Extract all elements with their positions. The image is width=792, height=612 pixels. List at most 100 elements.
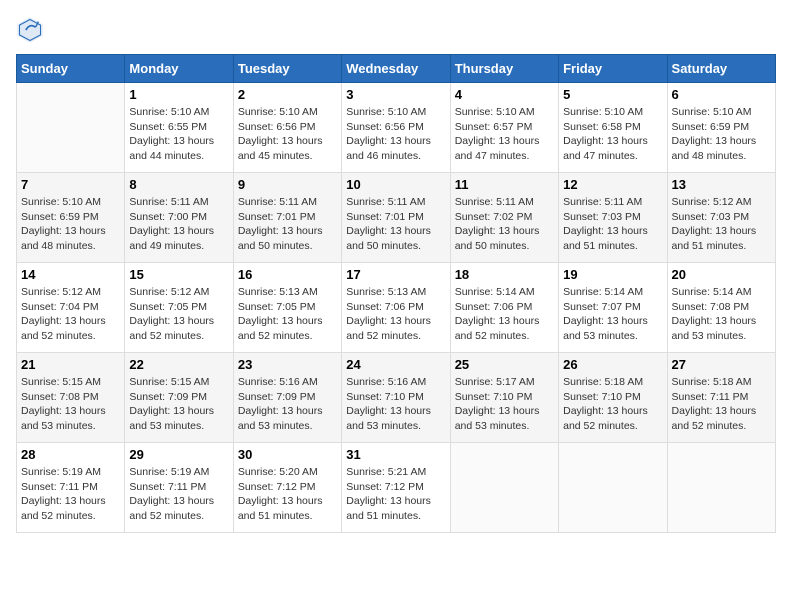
day-cell: 30Sunrise: 5:20 AM Sunset: 7:12 PM Dayli… [233, 443, 341, 533]
day-number: 23 [238, 357, 337, 372]
day-cell: 16 Sunrise: 5:13 AM Sunset: 7:05 PM Dayli… [233, 263, 341, 353]
week-row-1: 1 Sunrise: 5:10 AM Sunset: 6:55 PM Daylig… [17, 83, 776, 173]
header-cell-tuesday: Tuesday [233, 55, 341, 83]
day-content: Sunrise: 5:13 AM Sunset: 7:06 PM Dayligh… [346, 285, 445, 344]
day-cell: 13Sunrise: 5:12 AM Sunset: 7:03 PM Dayli… [667, 173, 775, 263]
header-cell-friday: Friday [559, 55, 667, 83]
day-number: 30 [238, 447, 337, 462]
day-number: 2 [238, 87, 337, 102]
page-header [16, 16, 776, 44]
day-content: Sunrise: 5:11 AM Sunset: 7:01 PM Dayligh… [238, 195, 337, 254]
day-cell: 27Sunrise: 5:18 AM Sunset: 7:11 PM Dayli… [667, 353, 775, 443]
day-content: Sunrise: 5:11 AM Sunset: 7:01 PM Dayligh… [346, 195, 445, 254]
day-content: Sunrise: 5:13 AM Sunset: 7:05 PM Dayligh… [238, 285, 337, 344]
day-number: 15 [129, 267, 228, 282]
day-number: 17 [346, 267, 445, 282]
day-number: 25 [455, 357, 554, 372]
logo [16, 16, 48, 44]
day-content: Sunrise: 5:16 AM Sunset: 7:09 PM Dayligh… [238, 375, 337, 434]
day-content: Sunrise: 5:19 AM Sunset: 7:11 PM Dayligh… [21, 465, 120, 524]
day-content: Sunrise: 5:14 AM Sunset: 7:07 PM Dayligh… [563, 285, 662, 344]
week-row-4: 21Sunrise: 5:15 AM Sunset: 7:08 PM Dayli… [17, 353, 776, 443]
day-content: Sunrise: 5:15 AM Sunset: 7:09 PM Dayligh… [129, 375, 228, 434]
day-cell: 29 Sunrise: 5:19 AM Sunset: 7:11 PM Dayli… [125, 443, 233, 533]
day-cell: 20 Sunrise: 5:14 AM Sunset: 7:08 PM Dayli… [667, 263, 775, 353]
day-cell: 11 Sunrise: 5:11 AM Sunset: 7:02 PM Dayli… [450, 173, 558, 263]
day-content: Sunrise: 5:12 AM Sunset: 7:04 PM Dayligh… [21, 285, 120, 344]
day-content: Sunrise: 5:11 AM Sunset: 7:00 PM Dayligh… [129, 195, 228, 254]
day-number: 11 [455, 177, 554, 192]
day-content: Sunrise: 5:10 AM Sunset: 6:59 PM Dayligh… [21, 195, 120, 254]
day-content: Sunrise: 5:10 AM Sunset: 6:56 PM Dayligh… [346, 105, 445, 164]
day-cell: 23 Sunrise: 5:16 AM Sunset: 7:09 PM Dayli… [233, 353, 341, 443]
day-content: Sunrise: 5:10 AM Sunset: 6:59 PM Dayligh… [672, 105, 771, 164]
day-content: Sunrise: 5:10 AM Sunset: 6:55 PM Dayligh… [129, 105, 228, 164]
day-number: 8 [129, 177, 228, 192]
day-number: 5 [563, 87, 662, 102]
day-cell [559, 443, 667, 533]
day-cell [17, 83, 125, 173]
day-cell: 2 Sunrise: 5:10 AM Sunset: 6:56 PM Daylig… [233, 83, 341, 173]
day-cell: 26 Sunrise: 5:18 AM Sunset: 7:10 PM Dayli… [559, 353, 667, 443]
day-number: 1 [129, 87, 228, 102]
day-number: 9 [238, 177, 337, 192]
day-content: Sunrise: 5:18 AM Sunset: 7:10 PM Dayligh… [563, 375, 662, 434]
day-cell: 8 Sunrise: 5:11 AM Sunset: 7:00 PM Daylig… [125, 173, 233, 263]
day-number: 21 [21, 357, 120, 372]
day-cell: 4 Sunrise: 5:10 AM Sunset: 6:57 PM Daylig… [450, 83, 558, 173]
day-cell: 6 Sunrise: 5:10 AM Sunset: 6:59 PM Daylig… [667, 83, 775, 173]
day-number: 19 [563, 267, 662, 282]
day-cell [667, 443, 775, 533]
day-number: 22 [129, 357, 228, 372]
day-number: 29 [129, 447, 228, 462]
day-cell: 24 Sunrise: 5:16 AM Sunset: 7:10 PM Dayli… [342, 353, 450, 443]
day-content: Sunrise: 5:11 AM Sunset: 7:03 PM Dayligh… [563, 195, 662, 254]
day-cell: 1 Sunrise: 5:10 AM Sunset: 6:55 PM Daylig… [125, 83, 233, 173]
day-number: 7 [21, 177, 120, 192]
header-row: SundayMondayTuesdayWednesdayThursdayFrid… [17, 55, 776, 83]
day-content: Sunrise: 5:10 AM Sunset: 6:57 PM Dayligh… [455, 105, 554, 164]
day-content: Sunrise: 5:12 AM Sunset: 7:05 PM Dayligh… [129, 285, 228, 344]
day-number: 6 [672, 87, 771, 102]
day-content: Sunrise: 5:11 AM Sunset: 7:02 PM Dayligh… [455, 195, 554, 254]
day-number: 24 [346, 357, 445, 372]
day-content: Sunrise: 5:16 AM Sunset: 7:10 PM Dayligh… [346, 375, 445, 434]
week-row-2: 7 Sunrise: 5:10 AM Sunset: 6:59 PM Daylig… [17, 173, 776, 263]
day-cell: 19 Sunrise: 5:14 AM Sunset: 7:07 PM Dayli… [559, 263, 667, 353]
header-cell-monday: Monday [125, 55, 233, 83]
day-content: Sunrise: 5:17 AM Sunset: 7:10 PM Dayligh… [455, 375, 554, 434]
day-number: 4 [455, 87, 554, 102]
day-content: Sunrise: 5:10 AM Sunset: 6:56 PM Dayligh… [238, 105, 337, 164]
day-content: Sunrise: 5:14 AM Sunset: 7:06 PM Dayligh… [455, 285, 554, 344]
day-cell: 31 Sunrise: 5:21 AM Sunset: 7:12 PM Dayli… [342, 443, 450, 533]
day-cell: 14Sunrise: 5:12 AM Sunset: 7:04 PM Dayli… [17, 263, 125, 353]
day-cell: 28 Sunrise: 5:19 AM Sunset: 7:11 PM Dayli… [17, 443, 125, 533]
day-cell: 10 Sunrise: 5:11 AM Sunset: 7:01 PM Dayli… [342, 173, 450, 263]
header-cell-sunday: Sunday [17, 55, 125, 83]
day-number: 31 [346, 447, 445, 462]
day-number: 26 [563, 357, 662, 372]
day-cell: 15 Sunrise: 5:12 AM Sunset: 7:05 PM Dayli… [125, 263, 233, 353]
day-cell: 17 Sunrise: 5:13 AM Sunset: 7:06 PM Dayli… [342, 263, 450, 353]
day-content: Sunrise: 5:10 AM Sunset: 6:58 PM Dayligh… [563, 105, 662, 164]
day-number: 16 [238, 267, 337, 282]
day-content: Sunrise: 5:21 AM Sunset: 7:12 PM Dayligh… [346, 465, 445, 524]
day-number: 18 [455, 267, 554, 282]
day-content: Sunrise: 5:14 AM Sunset: 7:08 PM Dayligh… [672, 285, 771, 344]
day-cell: 22 Sunrise: 5:15 AM Sunset: 7:09 PM Dayli… [125, 353, 233, 443]
day-cell: 21Sunrise: 5:15 AM Sunset: 7:08 PM Dayli… [17, 353, 125, 443]
logo-icon [16, 16, 44, 44]
day-content: Sunrise: 5:12 AM Sunset: 7:03 PM Dayligh… [672, 195, 771, 254]
day-cell: 18 Sunrise: 5:14 AM Sunset: 7:06 PM Dayli… [450, 263, 558, 353]
day-content: Sunrise: 5:18 AM Sunset: 7:11 PM Dayligh… [672, 375, 771, 434]
day-number: 28 [21, 447, 120, 462]
day-cell: 5 Sunrise: 5:10 AM Sunset: 6:58 PM Daylig… [559, 83, 667, 173]
day-cell [450, 443, 558, 533]
day-content: Sunrise: 5:19 AM Sunset: 7:11 PM Dayligh… [129, 465, 228, 524]
day-cell: 25 Sunrise: 5:17 AM Sunset: 7:10 PM Dayli… [450, 353, 558, 443]
calendar-table: SundayMondayTuesdayWednesdayThursdayFrid… [16, 54, 776, 533]
day-number: 10 [346, 177, 445, 192]
day-number: 20 [672, 267, 771, 282]
day-number: 3 [346, 87, 445, 102]
day-cell: 7 Sunrise: 5:10 AM Sunset: 6:59 PM Daylig… [17, 173, 125, 263]
